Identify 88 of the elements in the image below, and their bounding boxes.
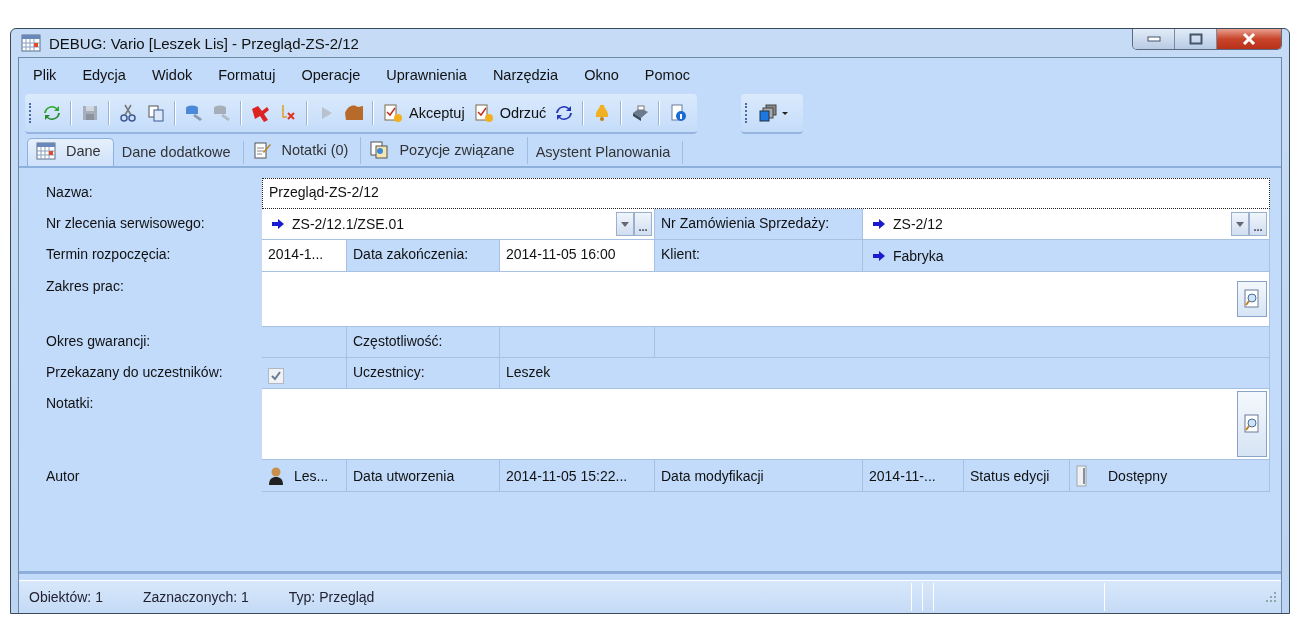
modified-value: 2014-11-... <box>863 460 964 492</box>
menu-item[interactable]: Okno <box>584 65 631 85</box>
cross-icon <box>250 103 270 123</box>
menu-item[interactable]: Pomoc <box>644 65 702 85</box>
browse-button[interactable]: ... <box>1249 212 1267 236</box>
caret-icon <box>621 221 629 227</box>
close-icon <box>1241 33 1257 45</box>
field-label: Data modyfikacji <box>655 460 863 492</box>
status-text: Typ: Przegląd <box>288 589 375 605</box>
tab[interactable]: Dane <box>27 138 114 166</box>
refresh-icon <box>42 103 62 123</box>
clipboard-icon <box>472 103 495 123</box>
calendar-icon <box>36 142 56 160</box>
info-icon <box>668 103 689 123</box>
field-label: Status edycji <box>964 460 1070 492</box>
caret-icon <box>1236 221 1244 227</box>
field-label: Nr Zamówienia Sprzedaży: <box>655 209 863 240</box>
person-icon <box>268 465 284 486</box>
clipboard-icon <box>382 103 404 123</box>
date-field[interactable]: 2014-1... <box>262 240 347 272</box>
tab[interactable]: Asystent Planowania <box>527 141 684 164</box>
sales-order-link[interactable]: ZS-2/12 <box>893 216 943 232</box>
tab[interactable]: Dane dodatkowe <box>113 141 244 164</box>
participants-value: Leszek <box>500 358 1270 389</box>
close-button[interactable] <box>1217 29 1281 49</box>
field-label: Częstotliwość: <box>347 327 500 358</box>
browse-button[interactable]: ... <box>634 212 652 236</box>
zoom-button[interactable] <box>1237 281 1267 317</box>
notepad-icon <box>251 140 272 160</box>
windows-icon <box>758 103 791 123</box>
toolbar-button[interactable]: Akceptuj <box>379 101 468 125</box>
status-text: Obiektów: 1 <box>29 589 103 605</box>
menu-item[interactable]: Formatuj <box>218 65 288 85</box>
minimize-button[interactable] <box>1133 29 1175 49</box>
name-field[interactable]: Przegląd-ZS-2/12 <box>262 178 1270 209</box>
window-title: DEBUG: Vario [Leszek Lis] - Przegląd-ZS-2/12 <box>49 34 359 52</box>
field-label: Nr zlecenia serwisowego: <box>45 214 206 233</box>
client-link[interactable]: Fabryka <box>893 247 944 264</box>
resize-grip-icon <box>1265 591 1277 603</box>
arrow-icon <box>272 219 284 229</box>
notes-field[interactable] <box>262 389 1270 460</box>
calendar-icon <box>21 34 41 52</box>
dropdown-button[interactable] <box>1231 212 1249 236</box>
field-label: Notatki: <box>45 394 95 413</box>
author-value: Les... <box>294 467 329 484</box>
tab[interactable]: Notatki (0) <box>243 137 362 164</box>
document-search-icon <box>1243 414 1261 434</box>
database-icon <box>184 103 204 123</box>
menu-item[interactable]: Edycja <box>82 65 138 85</box>
arrow-icon <box>873 250 885 261</box>
menu-item[interactable]: Uprawnienia <box>386 65 479 85</box>
menu-item[interactable]: Widok <box>151 65 205 85</box>
checkbox[interactable] <box>268 368 284 384</box>
document-search-icon <box>1243 289 1261 309</box>
scope-field[interactable] <box>262 272 1270 327</box>
maximize-icon <box>1188 33 1203 45</box>
database-icon <box>212 103 232 123</box>
minimize-icon <box>1146 36 1161 42</box>
scissors-icon <box>118 103 138 123</box>
refresh-icon <box>554 103 575 123</box>
created-value: 2014-11-05 15:22... <box>500 460 655 492</box>
status-value: Dostępny <box>1108 467 1168 484</box>
tab[interactable]: Pozycje związane <box>361 137 528 164</box>
zoom-button[interactable] <box>1237 391 1267 457</box>
field-label: Uczestnicy: <box>347 358 500 389</box>
field-label: Data utworzenia <box>347 460 500 492</box>
menu-item[interactable]: Operacje <box>301 65 373 85</box>
documents-icon <box>369 140 390 160</box>
field-label: Termin rozpoczęcia: <box>45 245 172 264</box>
menu-item[interactable]: Plik <box>33 65 69 85</box>
service-order-link[interactable]: ZS-2/12.1/ZSE.01 <box>292 216 405 232</box>
field-label: Okres gwarancji: <box>45 332 152 351</box>
document-edge-icon <box>1076 464 1088 487</box>
maximize-button[interactable] <box>1175 29 1217 49</box>
arrow-icon <box>873 219 885 229</box>
field-label: Klient: <box>655 240 863 272</box>
field-label: Nazwa: <box>45 183 94 202</box>
copy-icon <box>146 103 166 123</box>
dropdown-button[interactable] <box>616 212 634 236</box>
date-field[interactable]: 2014-11-05 16:00 <box>500 240 655 272</box>
menu-item[interactable]: Narzędzia <box>492 65 571 85</box>
field-label: Autor <box>45 467 81 486</box>
field-label: Przekazany do uczestników: <box>45 363 224 382</box>
field-label: Zakres prac: <box>45 277 125 296</box>
field-label: Data zakończenia: <box>347 240 500 272</box>
status-text: Zaznaczonych: 1 <box>142 589 249 605</box>
toolbar-button[interactable]: Odrzuć <box>469 101 550 125</box>
save-icon <box>80 103 100 123</box>
